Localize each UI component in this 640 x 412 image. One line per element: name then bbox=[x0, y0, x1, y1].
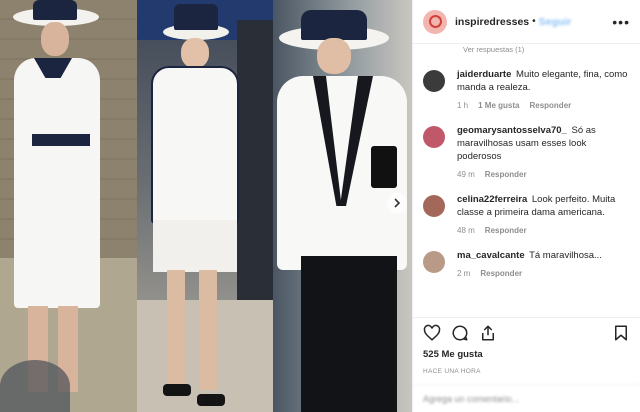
next-photo-button[interactable] bbox=[387, 193, 407, 213]
share-icon[interactable] bbox=[479, 324, 497, 342]
photo-panel-middle bbox=[137, 0, 273, 412]
reply-button[interactable]: Responder bbox=[529, 101, 571, 110]
profile-avatar[interactable] bbox=[423, 9, 447, 34]
commenter-avatar[interactable] bbox=[423, 195, 445, 217]
likes-count[interactable]: 525 Me gusta bbox=[413, 347, 640, 360]
heart-icon[interactable] bbox=[423, 324, 441, 342]
instagram-post: inspiredresses • Seguir ••• Ver respuest… bbox=[0, 0, 640, 412]
bookmark-icon[interactable] bbox=[612, 324, 630, 342]
comment-time[interactable]: 48 m bbox=[457, 226, 475, 235]
commenter-avatar[interactable] bbox=[423, 70, 445, 92]
view-replies-link[interactable]: Ver respuestas (1) bbox=[423, 45, 630, 54]
comment-time[interactable]: 1 h bbox=[457, 101, 468, 110]
comments-list: Ver respuestas (1) jaiderduarte Muito el… bbox=[413, 44, 640, 317]
commenter-avatar[interactable] bbox=[423, 251, 445, 273]
post-timestamp: HACE UNA HORA bbox=[423, 368, 481, 375]
comment-item: ma_cavalcante Tá maravilhosa... 2 m Respo… bbox=[423, 249, 630, 278]
header-separator: • bbox=[532, 16, 536, 27]
author-username[interactable]: inspiredresses bbox=[455, 16, 529, 28]
post-header: inspiredresses • Seguir ••• bbox=[413, 0, 640, 44]
follow-button[interactable]: Seguir bbox=[539, 16, 572, 28]
chevron-right-icon bbox=[394, 198, 401, 208]
photo-panel-left bbox=[0, 0, 137, 412]
comment-item: geomarysantosselva70_ Só as maravilhosas… bbox=[423, 124, 630, 179]
commenter-avatar[interactable] bbox=[423, 126, 445, 148]
add-comment-input[interactable]: Agrega un comentario... bbox=[413, 384, 640, 412]
comment-item: celina22ferreira Look perfeito. Muita cl… bbox=[423, 193, 630, 235]
post-photo[interactable] bbox=[0, 0, 412, 412]
comment-text: Tá maravilhosa... bbox=[529, 250, 602, 261]
action-bar bbox=[413, 317, 640, 347]
comment-item: jaiderduarte Muito elegante, fina, como … bbox=[423, 68, 630, 110]
post-sidebar: inspiredresses • Seguir ••• Ver respuest… bbox=[412, 0, 640, 412]
comment-time[interactable]: 49 m bbox=[457, 170, 475, 179]
reply-button[interactable]: Responder bbox=[485, 226, 527, 235]
reply-button[interactable]: Responder bbox=[485, 170, 527, 179]
commenter-username[interactable]: jaiderduarte bbox=[457, 69, 511, 80]
reply-button[interactable]: Responder bbox=[480, 269, 522, 278]
comment-icon[interactable] bbox=[451, 324, 469, 342]
comment-likes[interactable]: 1 Me gusta bbox=[478, 101, 519, 110]
commenter-username[interactable]: celina22ferreira bbox=[457, 194, 527, 205]
commenter-username[interactable]: ma_cavalcante bbox=[457, 250, 525, 261]
commenter-username[interactable]: geomarysantosselva70_ bbox=[457, 125, 567, 136]
comment-time[interactable]: 2 m bbox=[457, 269, 470, 278]
more-options-button[interactable]: ••• bbox=[612, 14, 630, 30]
